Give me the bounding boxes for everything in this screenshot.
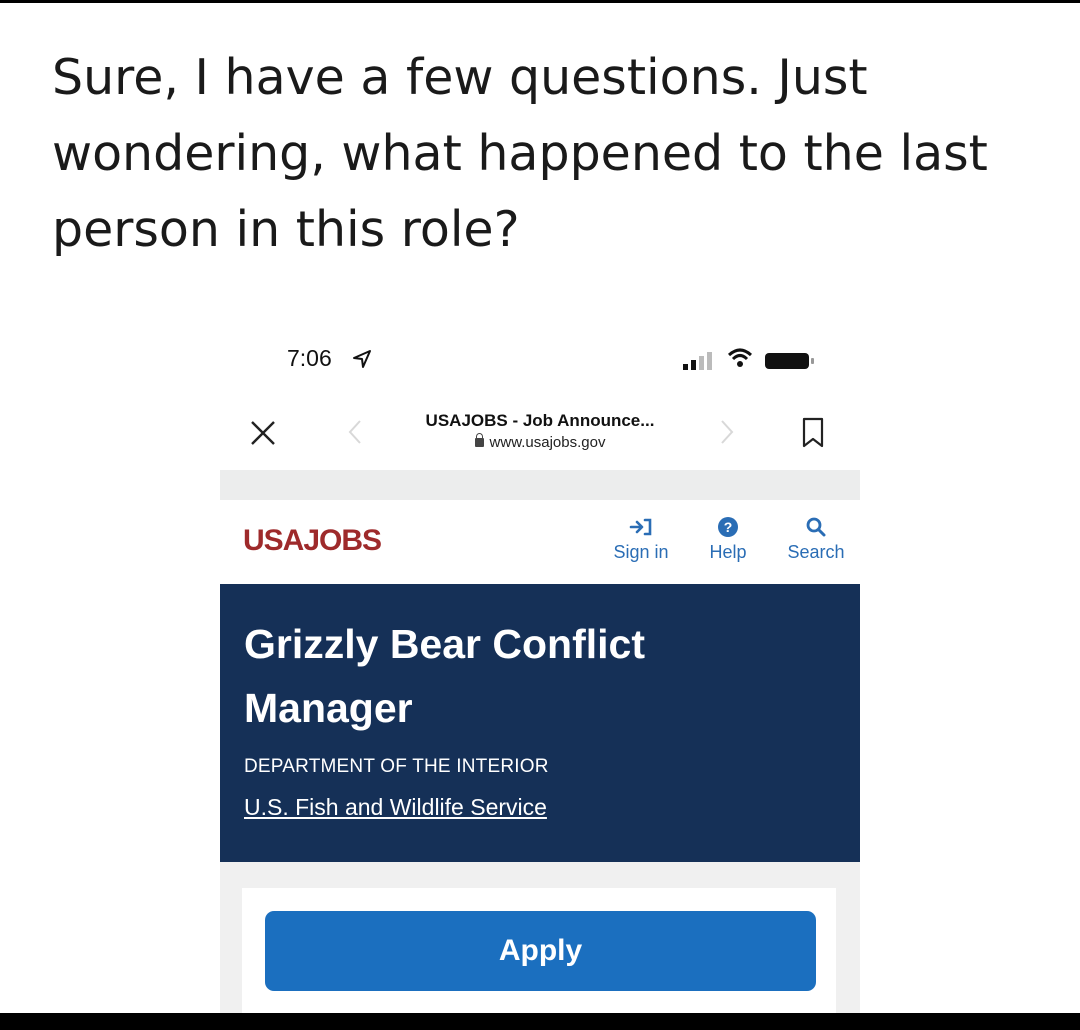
browser-page-title[interactable]: USAJOBS - Job Announce... xyxy=(380,411,700,431)
browser-url[interactable]: www.usajobs.gov xyxy=(440,433,640,451)
agency-link[interactable]: U.S. Fish and Wildlife Service xyxy=(244,794,547,821)
sign-in-icon xyxy=(629,518,652,536)
top-border xyxy=(0,0,1080,3)
page-top-band xyxy=(220,470,860,500)
nav-sign-in-label: Sign in xyxy=(613,542,669,562)
wifi-icon xyxy=(727,348,753,367)
bookmark-icon[interactable] xyxy=(801,417,825,449)
nav-help-label: Help xyxy=(709,542,747,562)
nav-search-label: Search xyxy=(787,542,845,562)
battery-icon xyxy=(765,353,814,369)
nav-search[interactable]: Search xyxy=(782,514,850,563)
apply-button[interactable]: Apply xyxy=(265,911,816,991)
bottom-border xyxy=(0,1013,1080,1030)
search-icon xyxy=(806,517,826,537)
location-arrow-icon xyxy=(353,350,371,368)
forward-icon[interactable] xyxy=(718,418,736,446)
job-title: Grizzly Bear Conflict Manager xyxy=(244,621,645,731)
department-name: DEPARTMENT OF THE INTERIOR xyxy=(244,756,549,777)
back-icon[interactable] xyxy=(346,418,364,446)
usajobs-logo[interactable]: USAJOBS xyxy=(243,524,382,558)
nav-help[interactable]: ? Help xyxy=(703,514,753,563)
browser-host: www.usajobs.gov xyxy=(489,434,606,451)
close-icon[interactable] xyxy=(248,418,278,448)
svg-text:?: ? xyxy=(724,519,733,535)
help-icon: ? xyxy=(718,517,738,537)
nav-sign-in[interactable]: Sign in xyxy=(606,514,676,563)
signal-icon xyxy=(683,352,712,370)
tweet-text: Sure, I have a few questions. Just wonde… xyxy=(52,49,988,258)
lock-icon xyxy=(474,433,484,447)
status-time: 7:06 xyxy=(287,345,332,371)
